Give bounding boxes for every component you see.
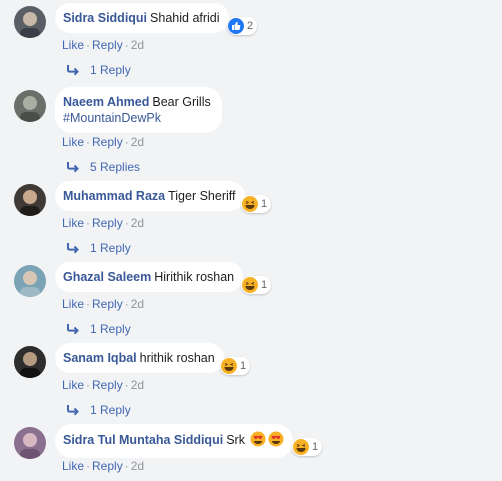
comment-bubble: Sidra Siddiqui Shahid afridi [55, 3, 229, 33]
view-replies-link[interactable]: 1 Reply [66, 403, 131, 417]
comment-bubble: Sanam Iqbal hrithik roshan [55, 343, 224, 373]
view-replies-link[interactable]: 5 Replies [66, 160, 140, 174]
replies-count[interactable]: 5 Replies [90, 160, 140, 174]
reply-link[interactable]: Reply [92, 378, 123, 392]
comment-author[interactable]: Ghazal Saleem [63, 270, 151, 284]
like-link[interactable]: Like [62, 378, 84, 392]
separator: · [86, 459, 91, 473]
reaction-badge[interactable]: 1 [220, 357, 251, 375]
separator: · [86, 297, 91, 311]
replies-count[interactable]: 1 Reply [90, 241, 131, 255]
reply-arrow-icon [67, 243, 79, 254]
haha-reaction-icon [242, 277, 258, 293]
reaction-badge[interactable]: 1 [241, 276, 272, 294]
comment-text: Tiger Sheriff [168, 189, 236, 203]
avatar[interactable] [14, 90, 46, 122]
like-reaction-icon [228, 18, 244, 34]
reply-link[interactable]: Reply [92, 216, 123, 230]
comment-author[interactable]: Sidra Tul Muntaha Siddiqui [63, 433, 223, 447]
separator: · [86, 378, 91, 392]
comment-author[interactable]: Sidra Siddiqui [63, 11, 147, 25]
like-link[interactable]: Like [62, 38, 84, 52]
comment-bubble: Sidra Tul Muntaha Siddiqui Srk [55, 424, 294, 458]
reply-arrow-icon [67, 405, 79, 416]
like-link[interactable]: Like [62, 216, 84, 230]
reaction-count: 2 [247, 20, 254, 32]
like-link[interactable]: Like [62, 297, 84, 311]
comment-actions: Like · Reply · 2d [62, 38, 144, 52]
comment-text: Bear Grills [152, 95, 211, 109]
separator: · [124, 378, 129, 392]
avatar[interactable] [14, 184, 46, 216]
avatar[interactable] [14, 6, 46, 38]
reaction-badge[interactable]: 1 [292, 438, 323, 456]
view-replies-link[interactable]: 1 Reply [66, 322, 131, 336]
comment-bubble: Ghazal Saleem Hirithik roshan [55, 262, 244, 292]
reply-arrow-icon [67, 324, 79, 335]
separator: · [124, 297, 129, 311]
timestamp[interactable]: 2d [131, 378, 144, 392]
separator: · [124, 216, 129, 230]
avatar[interactable] [14, 265, 46, 297]
timestamp[interactable]: 2d [131, 38, 144, 52]
reaction-count: 1 [240, 360, 247, 372]
timestamp[interactable]: 2d [131, 216, 144, 230]
comment-actions: Like · Reply · 2d [62, 378, 144, 392]
comment-text: Shahid afridi [150, 11, 220, 25]
reaction-count: 1 [261, 198, 268, 210]
view-replies-link[interactable]: 1 Reply [66, 241, 131, 255]
like-link[interactable]: Like [62, 135, 84, 149]
comment-author[interactable]: Muhammad Raza [63, 189, 165, 203]
reply-arrow-icon [67, 162, 79, 173]
reaction-count: 1 [312, 441, 319, 453]
comment-author[interactable]: Naeem Ahmed [63, 95, 149, 109]
reply-link[interactable]: Reply [92, 459, 123, 473]
haha-reaction-icon [242, 196, 258, 212]
timestamp[interactable]: 2d [131, 135, 144, 149]
timestamp[interactable]: 2d [131, 459, 144, 473]
reaction-badge[interactable]: 1 [241, 195, 272, 213]
reaction-count: 1 [261, 279, 268, 291]
separator: · [124, 135, 129, 149]
reply-link[interactable]: Reply [92, 297, 123, 311]
comment-actions: Like · Reply · 2d [62, 459, 144, 473]
like-link[interactable]: Like [62, 459, 84, 473]
comment-text: Srk [226, 433, 245, 447]
avatar[interactable] [14, 427, 46, 459]
comment-text: Hirithik roshan [154, 270, 235, 284]
separator: · [124, 459, 129, 473]
comment-actions: Like · Reply · 2d [62, 216, 144, 230]
comment-text: hrithik roshan [139, 351, 215, 365]
heart-eyes-emoji-icon [250, 431, 284, 451]
haha-reaction-icon [221, 358, 237, 374]
reply-link[interactable]: Reply [92, 135, 123, 149]
haha-reaction-icon [293, 439, 309, 455]
comment-actions: Like · Reply · 2d [62, 297, 144, 311]
comment-author[interactable]: Sanam Iqbal [63, 351, 137, 365]
separator: · [86, 38, 91, 52]
avatar[interactable] [14, 346, 46, 378]
separator: · [86, 216, 91, 230]
comment-bubble: Muhammad Raza Tiger Sheriff [55, 181, 245, 211]
reply-arrow-icon [67, 65, 79, 76]
comment-thread: Sidra Siddiqui Shahid afridi 2 Like · Reply… [0, 0, 502, 481]
replies-count[interactable]: 1 Reply [90, 403, 131, 417]
comment-bubble: Naeem Ahmed Bear Grills #MountainDewPk [55, 87, 222, 133]
replies-count[interactable]: 1 Reply [90, 63, 131, 77]
reply-link[interactable]: Reply [92, 38, 123, 52]
timestamp[interactable]: 2d [131, 297, 144, 311]
separator: · [124, 38, 129, 52]
replies-count[interactable]: 1 Reply [90, 322, 131, 336]
comment-actions: Like · Reply · 2d [62, 135, 144, 149]
hashtag-link[interactable]: #MountainDewPk [63, 111, 161, 125]
view-replies-link[interactable]: 1 Reply [66, 63, 131, 77]
reaction-badge[interactable]: 2 [227, 17, 258, 35]
separator: · [86, 135, 91, 149]
